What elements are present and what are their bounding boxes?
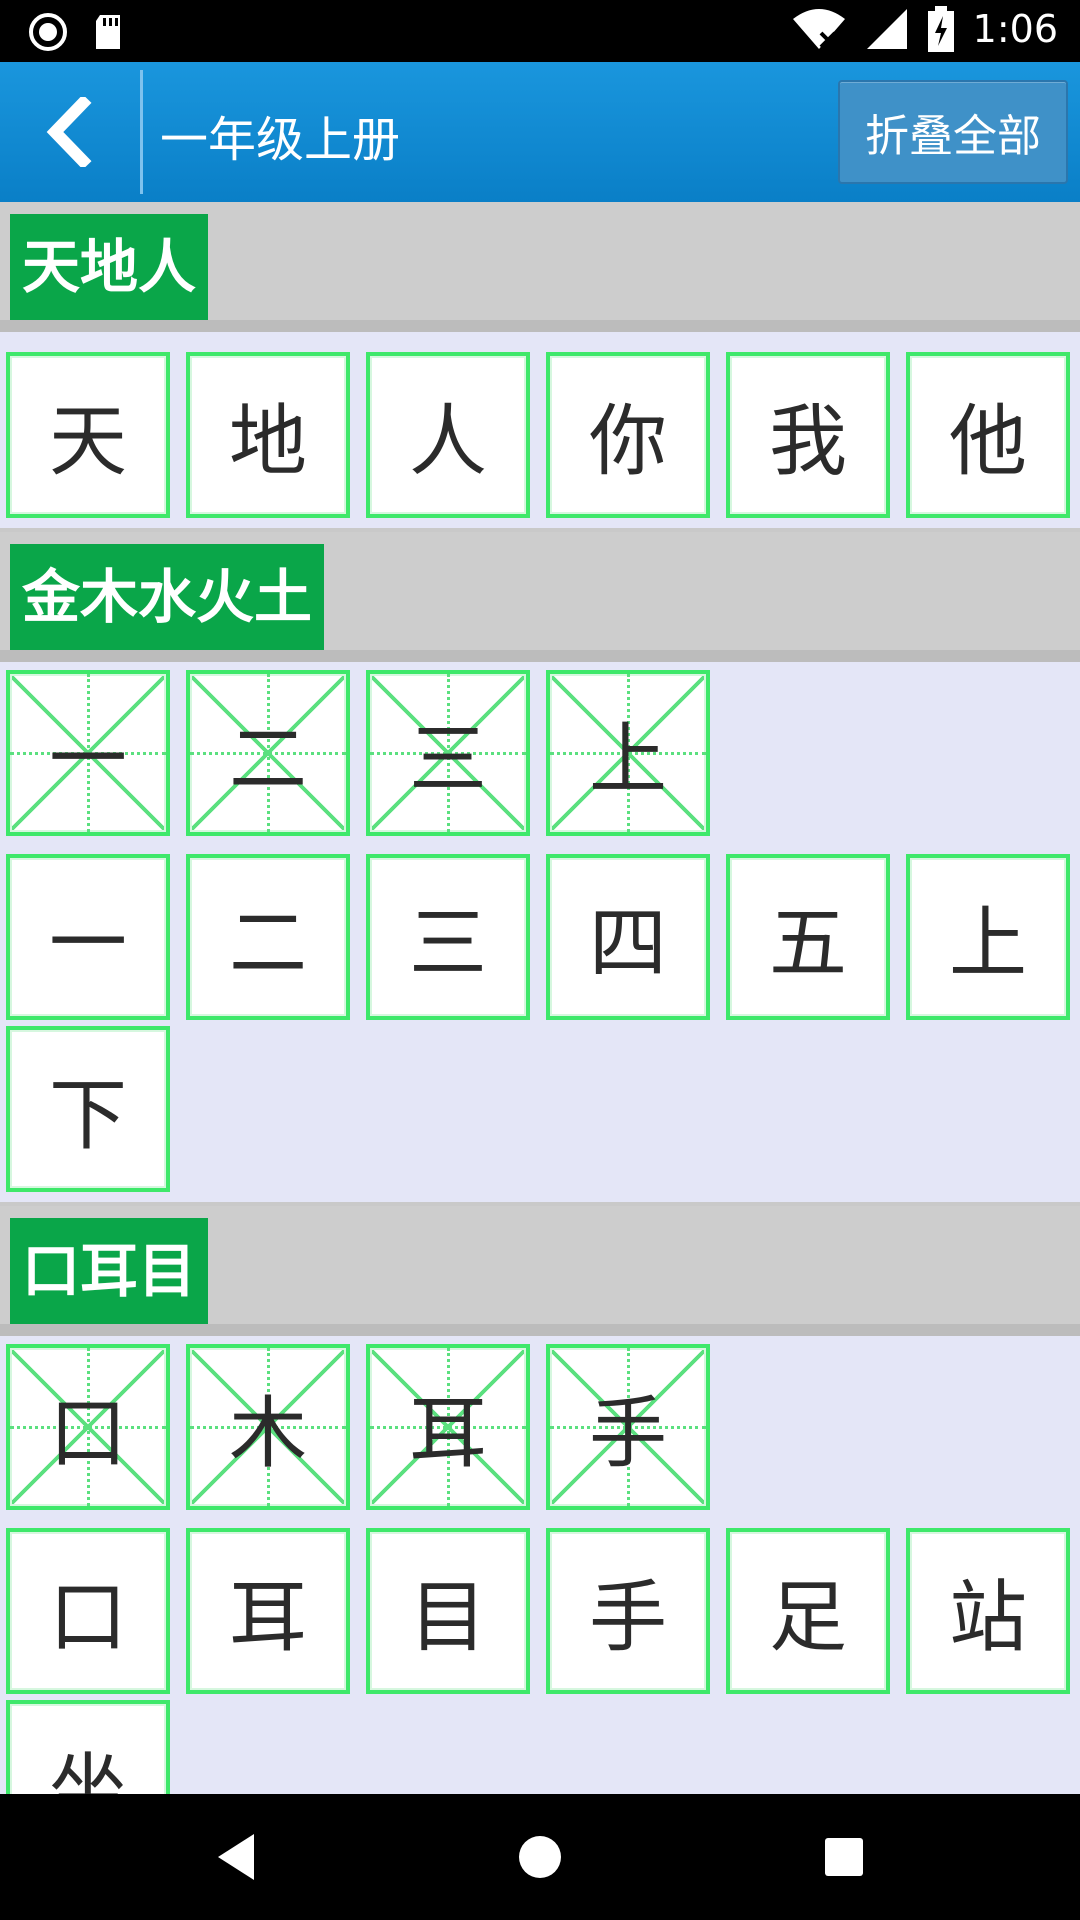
mizi-char-cell[interactable]: 耳	[366, 1344, 530, 1510]
char-cell[interactable]: 二	[186, 854, 350, 1020]
back-triangle-icon	[218, 1834, 254, 1880]
char-cell[interactable]: 上	[906, 854, 1070, 1020]
char-cell[interactable]: 下	[6, 1026, 170, 1192]
nav-recents-button[interactable]	[774, 1794, 914, 1920]
char-grid: 口 木 耳 手 口 耳 目 手 足 站 坐	[0, 1336, 1080, 1794]
mizi-char-cell[interactable]: 一	[6, 670, 170, 836]
char-cell[interactable]: 站	[906, 1528, 1070, 1694]
char-cell[interactable]: 耳	[186, 1528, 350, 1694]
char-cell[interactable]: 他	[906, 352, 1070, 518]
lesson-header[interactable]: 金木水火土	[0, 532, 1080, 662]
lesson-header[interactable]: 天地人	[0, 202, 1080, 332]
chevron-left-icon	[46, 97, 92, 167]
app-bar-divider	[140, 70, 143, 194]
status-bar: 1:06	[0, 0, 1080, 62]
mizi-char-cell[interactable]: 三	[366, 670, 530, 836]
sd-card-icon	[96, 15, 120, 49]
char-cell[interactable]: 足	[726, 1528, 890, 1694]
char-cell[interactable]: 坐	[6, 1700, 170, 1794]
record-icon	[29, 13, 67, 51]
mizi-char-cell[interactable]: 口	[6, 1344, 170, 1510]
clock-time: 1:06	[972, 7, 1058, 51]
app-bar: 一年级上册 折叠全部	[0, 62, 1080, 202]
navigation-bar	[0, 1794, 1080, 1920]
char-cell[interactable]: 四	[546, 854, 710, 1020]
lesson-list[interactable]: 天地人 天 地 人 你 我 他 金木水火土 一 二 三 上 一 二 三 四 五 …	[0, 202, 1080, 1794]
char-cell[interactable]: 口	[6, 1528, 170, 1694]
nav-home-button[interactable]	[470, 1794, 610, 1920]
char-grid: 天 地 人 你 我 他	[0, 332, 1080, 528]
char-cell[interactable]: 三	[366, 854, 530, 1020]
char-grid: 一 二 三 上 一 二 三 四 五 上 下	[0, 662, 1080, 1202]
lesson-title: 口耳目	[10, 1218, 209, 1324]
lesson-title: 天地人	[10, 214, 209, 320]
char-cell[interactable]: 天	[6, 352, 170, 518]
char-cell[interactable]: 我	[726, 352, 890, 518]
mizi-char-cell[interactable]: 木	[186, 1344, 350, 1510]
char-cell[interactable]: 你	[546, 352, 710, 518]
signal-icon	[866, 9, 907, 49]
recents-square-icon	[825, 1838, 863, 1876]
mizi-char-cell[interactable]: 手	[546, 1344, 710, 1510]
battery-charging-icon	[927, 6, 954, 52]
lesson-title: 金木水火土	[10, 544, 325, 650]
back-button[interactable]	[0, 62, 140, 202]
mizi-char-cell[interactable]: 上	[546, 670, 710, 836]
char-cell[interactable]: 五	[726, 854, 890, 1020]
lesson-header[interactable]: 口耳目	[0, 1206, 1080, 1336]
char-cell[interactable]: 地	[186, 352, 350, 518]
mizi-char-cell[interactable]: 二	[186, 670, 350, 836]
char-cell[interactable]: 目	[366, 1528, 530, 1694]
char-cell[interactable]: 人	[366, 352, 530, 518]
char-cell[interactable]: 一	[6, 854, 170, 1020]
wifi-icon	[792, 9, 845, 49]
char-cell[interactable]: 手	[546, 1528, 710, 1694]
nav-back-button[interactable]	[166, 1794, 306, 1920]
collapse-all-button[interactable]: 折叠全部	[838, 80, 1068, 184]
page-title: 一年级上册	[160, 112, 401, 168]
home-circle-icon	[519, 1836, 561, 1878]
